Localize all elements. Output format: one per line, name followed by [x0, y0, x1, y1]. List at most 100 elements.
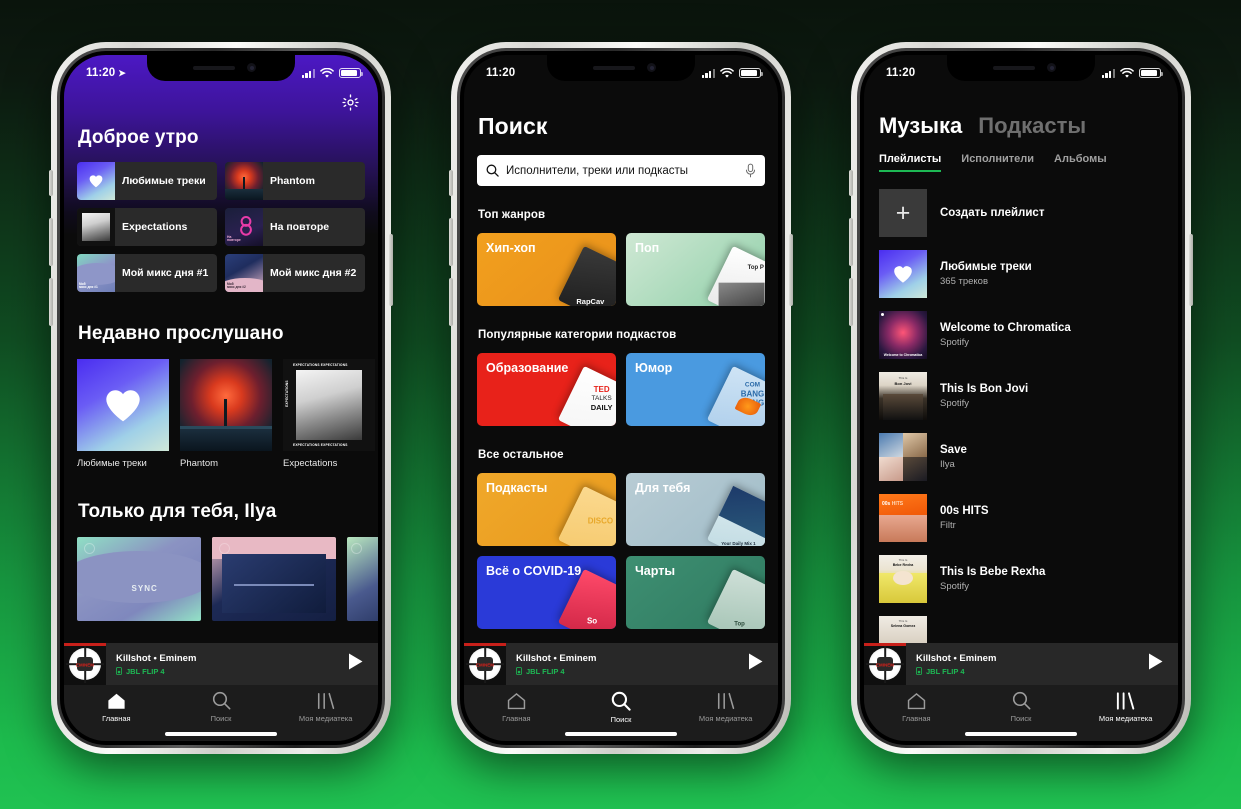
- volume-down-button[interactable]: [849, 278, 853, 326]
- tab-library[interactable]: Моя медиатека: [1073, 685, 1178, 729]
- now-playing-bar-home[interactable]: EMINEM Killshot • Eminem JBL FLIP 4: [64, 643, 378, 685]
- list-item[interactable]: Save Ilya: [864, 433, 1178, 481]
- power-button[interactable]: [389, 234, 393, 306]
- device-name: JBL FLIP 4: [126, 666, 165, 676]
- tab-search[interactable]: Поиск: [969, 685, 1074, 729]
- status-time: 11:20: [86, 67, 116, 79]
- tab-home[interactable]: Главная: [64, 685, 169, 729]
- home-indicator[interactable]: [565, 732, 677, 736]
- power-button[interactable]: [789, 234, 793, 306]
- section-title-everything-else: Все остальное: [478, 449, 564, 461]
- play-button[interactable]: [347, 652, 378, 676]
- power-button[interactable]: [1189, 234, 1193, 306]
- list-item[interactable]: This Is Bebe Rexha This Is Bebe Rexha Sp…: [864, 555, 1178, 603]
- list-item[interactable]: This Is Bon Jovi This Is Bon Jovi Spotif…: [864, 372, 1178, 420]
- tab-home[interactable]: Главная: [464, 685, 569, 729]
- category-tile[interactable]: Юмор COM BANG BANG: [626, 353, 765, 426]
- shortcut-tile[interactable]: Expectations: [77, 208, 217, 246]
- list-item[interactable]: Любимые треки 365 треков: [864, 250, 1178, 298]
- volume-up-button[interactable]: [849, 218, 853, 266]
- status-icons: [301, 67, 364, 79]
- tab-podcasts[interactable]: Подкасты: [978, 113, 1086, 139]
- settings-button[interactable]: [341, 93, 360, 117]
- wifi-icon: [1120, 67, 1134, 78]
- shortcut-tile[interactable]: Мой микс дня #2 Мой микс дня #2: [225, 254, 365, 292]
- list-item[interactable]: Welcome to Chromatica Welcome to Chromat…: [864, 311, 1178, 359]
- shortcut-label: Мой микс дня #1: [122, 266, 209, 279]
- category-tile[interactable]: Хип-хоп RapCav: [477, 233, 616, 306]
- status-time: 11:20: [486, 67, 516, 79]
- earpiece-speaker: [993, 66, 1035, 70]
- tab-artists[interactable]: Исполнители: [961, 153, 1034, 172]
- speaker-icon: [116, 667, 122, 675]
- mute-switch[interactable]: [49, 170, 53, 196]
- scene: 11:20 ➤ Доброе утро Любимые треки Phanto…: [0, 0, 1241, 809]
- category-tile[interactable]: Чарты Top: [626, 556, 765, 629]
- microphone-icon[interactable]: [745, 163, 756, 178]
- play-button[interactable]: [747, 652, 778, 676]
- create-playlist-row[interactable]: + Создать плейлист: [864, 189, 1178, 237]
- shortcut-artwork: Мой микс дня #2: [225, 254, 263, 292]
- home-indicator[interactable]: [165, 732, 277, 736]
- volume-up-button[interactable]: [449, 218, 453, 266]
- tab-playlists[interactable]: Плейлисты: [879, 153, 942, 172]
- tab-search[interactable]: Поиск: [569, 685, 674, 729]
- recent-item[interactable]: Phantom: [180, 359, 272, 469]
- play-button[interactable]: [1147, 652, 1178, 676]
- earpiece-speaker: [193, 66, 235, 70]
- category-artwork-text: Your Daily Mix 1: [721, 541, 756, 546]
- now-playing-bar-search[interactable]: EMINEM Killshot • Eminem JBL FLIP 4: [464, 643, 778, 685]
- volume-down-button[interactable]: [49, 278, 53, 326]
- list-item[interactable]: 00s HITS 00s HITS Filtr: [864, 494, 1178, 542]
- search-scroll[interactable]: Поиск Исполнители, треки или подкасты То…: [464, 55, 778, 661]
- foryou-card[interactable]: [347, 537, 378, 621]
- foryou-row[interactable]: SYNC: [64, 537, 378, 621]
- foryou-card[interactable]: SYNC: [77, 537, 201, 621]
- category-label: Поп: [635, 241, 660, 255]
- category-tile[interactable]: Поп Top P: [626, 233, 765, 306]
- shortcut-tile[interactable]: На повторе На повторе: [225, 208, 365, 246]
- section-title-top-genres: Топ жанров: [478, 209, 546, 221]
- tab-home[interactable]: Главная: [864, 685, 969, 729]
- volume-down-button[interactable]: [449, 278, 453, 326]
- shortcut-tile[interactable]: Phantom: [225, 162, 365, 200]
- now-playing-bar-library[interactable]: EMINEM Killshot • Eminem JBL FLIP 4: [864, 643, 1178, 685]
- tab-library[interactable]: Моя медиатека: [673, 685, 778, 729]
- tab-library[interactable]: Моя медиатека: [273, 685, 378, 729]
- category-tile[interactable]: Для тебя Your Daily Mix 1: [626, 473, 765, 546]
- gear-icon: [342, 94, 359, 111]
- tab-search[interactable]: Поиск: [169, 685, 274, 729]
- category-artwork-text: RapCav: [576, 297, 605, 306]
- home-indicator[interactable]: [965, 732, 1077, 736]
- recent-item[interactable]: EXPECTATIONS EXPECTATIONS EXPECTATIONS E…: [283, 359, 375, 469]
- library-scroll[interactable]: Музыка Подкасты Плейлисты Исполнители Ал…: [864, 55, 1178, 661]
- now-playing-device: JBL FLIP 4: [116, 667, 347, 676]
- playlist-title: 00s HITS: [940, 505, 989, 517]
- search-page-title: Поиск: [478, 113, 548, 139]
- tab-music[interactable]: Музыка: [879, 113, 962, 139]
- search-icon: [212, 691, 230, 710]
- category-tile[interactable]: Образование TED TALKS DAILY: [477, 353, 616, 426]
- front-camera: [247, 63, 256, 72]
- mute-switch[interactable]: [849, 170, 853, 196]
- tab-albums[interactable]: Альбомы: [1054, 153, 1107, 172]
- mute-switch[interactable]: [449, 170, 453, 196]
- playlist-artwork: Welcome to Chromatica: [879, 311, 927, 359]
- playlist-artwork: [879, 250, 927, 298]
- shortcut-tile[interactable]: Любимые треки: [77, 162, 217, 200]
- home-icon: [507, 692, 526, 709]
- search-input[interactable]: Исполнители, треки или подкасты: [477, 155, 765, 186]
- search-icon: [611, 691, 631, 711]
- tab-label: Моя медиатека: [1098, 713, 1153, 723]
- shortcut-tile[interactable]: Мой микс дня #1 Мой микс дня #1: [77, 254, 217, 292]
- category-tile[interactable]: Всё о COVID-19 So: [477, 556, 616, 629]
- volume-up-button[interactable]: [49, 218, 53, 266]
- tab-label: Поиск: [210, 714, 232, 723]
- category-label: Образование: [486, 361, 569, 375]
- home-scroll[interactable]: Доброе утро Любимые треки Phantom Expect…: [64, 55, 378, 661]
- shortcut-grid: Любимые треки Phantom Expectations На по…: [64, 162, 378, 292]
- library-sub-tabs: Плейлисты Исполнители Альбомы: [864, 153, 1178, 172]
- category-tile[interactable]: Подкасты DISCO: [477, 473, 616, 546]
- recent-item[interactable]: Любимые треки: [77, 359, 169, 469]
- foryou-card[interactable]: [212, 537, 336, 621]
